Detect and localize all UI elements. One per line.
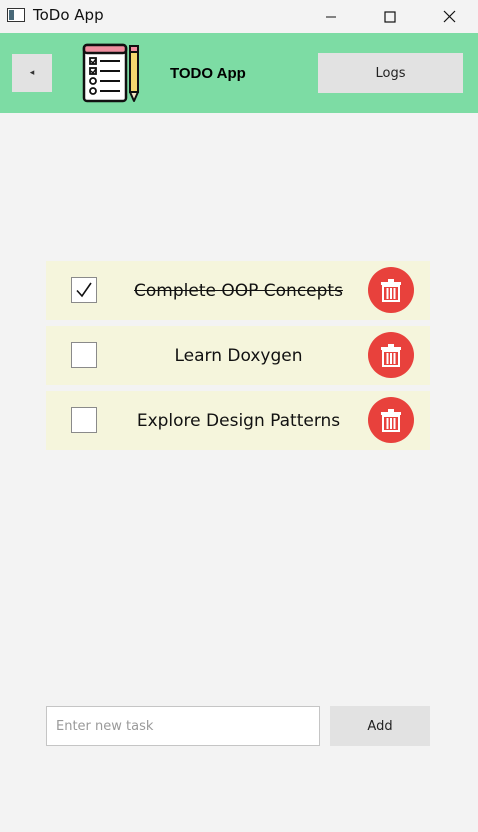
task-list: Complete OOP Concepts Learn Doxygen Expl… bbox=[46, 261, 430, 456]
checkmark-icon bbox=[76, 282, 92, 298]
app-title: TODO App bbox=[170, 65, 246, 82]
minimize-button[interactable] bbox=[302, 0, 360, 33]
app-window-icon bbox=[7, 8, 25, 22]
window-title: ToDo App bbox=[33, 6, 104, 24]
task-row: Learn Doxygen bbox=[46, 326, 430, 385]
trash-icon bbox=[381, 344, 401, 367]
close-button[interactable] bbox=[420, 0, 478, 33]
back-button[interactable]: ◂ bbox=[12, 54, 52, 92]
delete-task-button[interactable] bbox=[368, 397, 414, 443]
task-checkbox[interactable] bbox=[71, 277, 97, 303]
task-checkbox[interactable] bbox=[71, 342, 97, 368]
new-task-input[interactable] bbox=[46, 706, 320, 746]
logs-button[interactable]: Logs bbox=[318, 53, 463, 93]
checklist-notepad-with-pencil-icon bbox=[82, 43, 139, 103]
task-label: Learn Doxygen bbox=[174, 345, 303, 366]
close-icon bbox=[443, 10, 455, 23]
task-label: Explore Design Patterns bbox=[136, 410, 341, 431]
back-arrow-icon: ◂ bbox=[29, 68, 35, 78]
task-checkbox[interactable] bbox=[71, 407, 97, 433]
maximize-icon bbox=[384, 10, 396, 23]
add-task-button[interactable]: Add bbox=[330, 706, 430, 746]
delete-task-button[interactable] bbox=[368, 267, 414, 313]
app-header: ◂ TODO App Logs bbox=[0, 33, 478, 113]
task-label: Complete OOP Concepts bbox=[134, 280, 343, 301]
window-titlebar: ToDo App bbox=[0, 0, 478, 33]
trash-icon bbox=[381, 279, 401, 302]
delete-task-button[interactable] bbox=[368, 332, 414, 378]
task-row: Explore Design Patterns bbox=[46, 391, 430, 450]
trash-icon bbox=[381, 409, 401, 432]
maximize-button[interactable] bbox=[361, 0, 419, 33]
logs-button-label: Logs bbox=[375, 65, 406, 81]
add-button-label: Add bbox=[367, 718, 393, 734]
task-row: Complete OOP Concepts bbox=[46, 261, 430, 320]
minimize-icon bbox=[326, 16, 336, 17]
